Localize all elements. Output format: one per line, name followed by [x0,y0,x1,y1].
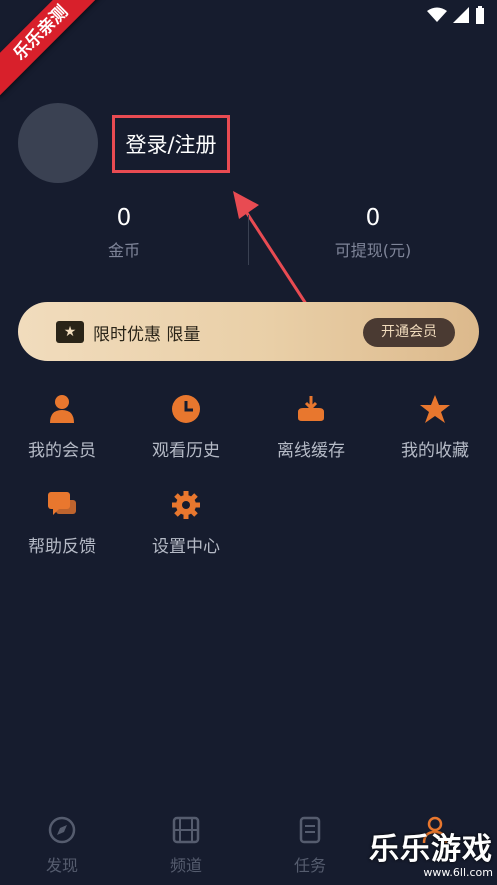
nav-tasks[interactable]: 任务 [270,816,350,876]
menu-label: 观看历史 [152,441,220,461]
login-register-button[interactable]: 登录/注册 [112,115,230,173]
status-bar-icons [427,6,485,24]
menu-item-history[interactable]: 观看历史 [126,392,246,461]
star-icon [418,392,452,426]
coins-label: 金币 [107,241,140,260]
withdrawable-label: 可提现(元) [334,241,412,260]
clock-icon [169,392,203,426]
menu-item-settings[interactable]: 设置中心 [126,488,246,557]
battery-icon [476,6,484,24]
menu-item-membership[interactable]: 我的会员 [2,392,122,461]
login-register-label: 登录/注册 [125,133,217,157]
vip-star-icon: ★ [56,321,84,343]
watermark-ribbon: 乐乐亲测 [0,0,105,97]
promo-text: 限时优惠 限量 [93,325,201,345]
menu-label: 设置中心 [152,537,220,557]
task-icon [299,816,321,844]
vip-promo-banner[interactable]: ★ 限时优惠 限量 开通会员 [18,302,479,361]
gear-icon [169,488,203,522]
person-icon [45,392,79,426]
nav-label: 频道 [169,856,202,875]
avatar[interactable] [18,103,98,183]
menu-item-feedback[interactable]: 帮助反馈 [2,488,122,557]
nav-label: 发现 [45,856,78,875]
stats-divider [248,215,249,265]
coins-stat[interactable]: 0 金币 [44,205,204,261]
site-watermark: 乐乐游戏 www.6ll.com [369,824,493,879]
compass-icon [48,816,76,844]
chat-icon [45,488,79,522]
signal-icon [453,7,469,23]
menu-label: 我的收藏 [401,441,469,461]
download-icon [294,392,328,426]
open-vip-button[interactable]: 开通会员 [363,318,455,347]
menu-item-favorites[interactable]: 我的收藏 [375,392,495,461]
menu-label: 我的会员 [28,441,96,461]
nav-label: 任务 [293,856,326,875]
wifi-icon [427,7,447,22]
menu-label: 离线缓存 [277,441,345,461]
nav-channels[interactable]: 频道 [146,816,226,876]
menu-label: 帮助反馈 [28,537,96,557]
nav-discover[interactable]: 发现 [22,816,102,876]
menu-item-offline-cache[interactable]: 离线缓存 [251,392,371,461]
coins-value: 0 [116,205,132,231]
watermark-title: 乐乐游戏 [369,832,493,867]
film-icon [172,816,200,844]
withdrawable-value: 0 [365,205,381,231]
withdrawable-stat[interactable]: 0 可提现(元) [293,205,453,261]
